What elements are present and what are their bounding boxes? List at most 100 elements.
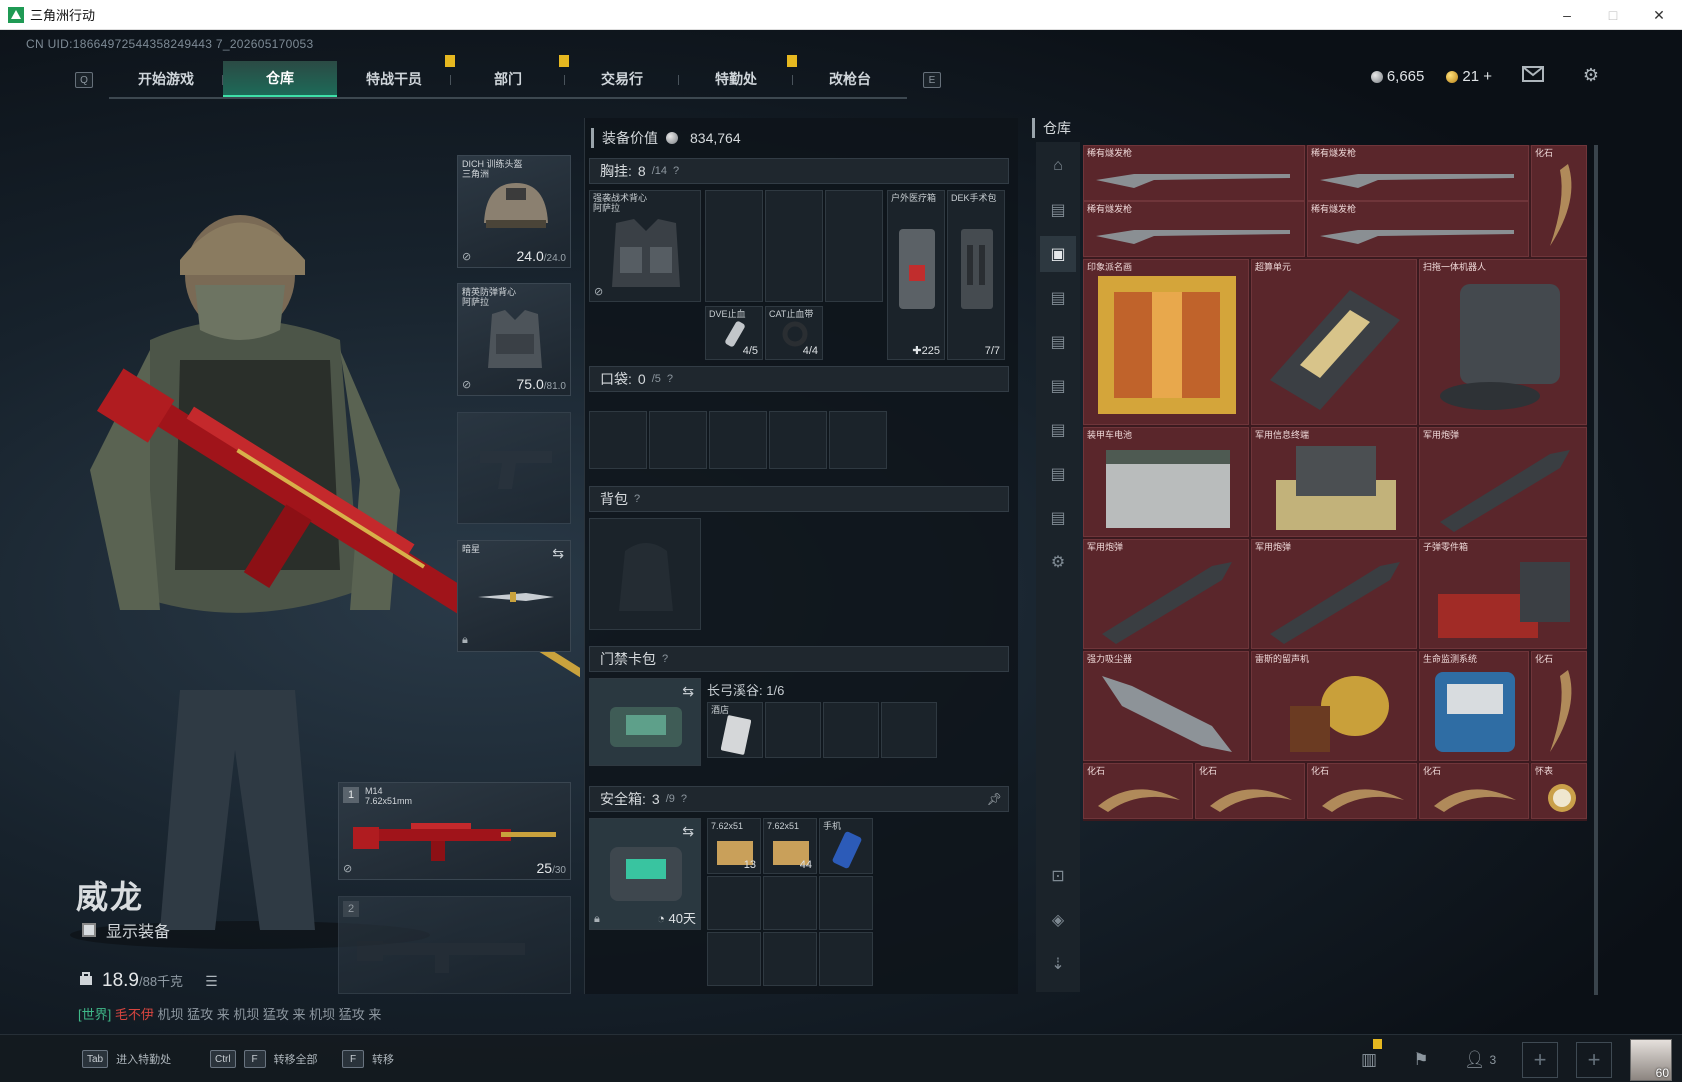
tourniquet-item[interactable]: CAT止血带 4/4 bbox=[765, 306, 823, 360]
tab-market[interactable]: 交易行 bbox=[565, 61, 679, 97]
pocket-slot[interactable] bbox=[769, 411, 827, 469]
close-button[interactable]: ✕ bbox=[1636, 0, 1682, 30]
tab-operators[interactable]: 特战干员 bbox=[337, 55, 455, 97]
warehouse-item-painting[interactable]: 印象派名画 bbox=[1083, 259, 1249, 425]
side-tab-all[interactable]: ⌂ bbox=[1040, 148, 1076, 184]
side-tab-7[interactable]: ▤ bbox=[1040, 456, 1076, 492]
nav-next-key[interactable]: E bbox=[923, 72, 941, 88]
safe-item-phone[interactable]: 手机 bbox=[819, 818, 873, 874]
side-tab-1[interactable]: ▤ bbox=[1040, 192, 1076, 228]
side-tab-settings[interactable]: ⚙ bbox=[1040, 544, 1076, 580]
invite-slot-button[interactable]: + bbox=[1576, 1042, 1612, 1078]
tab-special-ops[interactable]: 特勤处 bbox=[679, 55, 797, 97]
warehouse-item-terminal[interactable]: 军用信息终端 bbox=[1251, 427, 1417, 537]
melee-slot[interactable]: 暗星 ⇆ 🔒︎ bbox=[457, 540, 571, 652]
tab-department[interactable]: 部门 bbox=[451, 55, 569, 97]
warehouse-item-flintlock[interactable]: 稀有燧发枪 bbox=[1083, 201, 1305, 257]
warehouse-item-vacuum[interactable]: 强力吸尘器 bbox=[1083, 651, 1249, 761]
hint-transfer[interactable]: F 转移 bbox=[342, 1045, 394, 1073]
side-tab-2[interactable]: ▣ bbox=[1040, 236, 1076, 272]
warehouse-item-flintlock[interactable]: 稀有燧发枪 bbox=[1083, 145, 1305, 201]
side-tab-6[interactable]: ▤ bbox=[1040, 412, 1076, 448]
pocket-slot[interactable] bbox=[709, 411, 767, 469]
safe-slot[interactable] bbox=[763, 876, 817, 930]
side-tab-3[interactable]: ▤ bbox=[1040, 280, 1076, 316]
warehouse-item-life-system[interactable]: 生命监测系统 bbox=[1419, 651, 1529, 761]
safe-item-ammo[interactable]: 7.62x51 13 bbox=[707, 818, 761, 874]
medkit-item[interactable]: 户外医疗箱 ✚225 bbox=[887, 190, 945, 360]
armor-slot[interactable]: 精英防弹背心 阿萨拉 ⊘ 75.0/81.0 bbox=[457, 283, 571, 396]
help-icon[interactable]: ? bbox=[673, 165, 679, 177]
warehouse-item-watch[interactable]: 怀表 bbox=[1531, 763, 1587, 819]
keycard-case[interactable]: ⇆ bbox=[589, 678, 701, 766]
warehouse-item-flintlock[interactable]: 稀有燧发枪 bbox=[1307, 201, 1529, 257]
squad-icon[interactable]: 👤︎ 3 bbox=[1456, 1043, 1504, 1077]
pin-icon[interactable]: 📌︎ bbox=[987, 792, 1002, 806]
warehouse-item-shell[interactable]: 军用炮弹 bbox=[1251, 539, 1417, 649]
warehouse-item-fossil[interactable]: 化石 bbox=[1195, 763, 1305, 819]
minimize-button[interactable]: – bbox=[1544, 0, 1590, 30]
warehouse-item-supercomputer[interactable]: 超算单元 bbox=[1251, 259, 1417, 425]
secondary-weapon-slot[interactable]: 2 bbox=[338, 896, 571, 994]
pocket-slot[interactable] bbox=[649, 411, 707, 469]
primary-weapon-slot[interactable]: M14 7.62x51mm 1 ⊘ 25/30 bbox=[338, 782, 571, 880]
rig-item[interactable]: 强袭战术背心 阿萨拉 ⊘ bbox=[589, 190, 701, 302]
help-icon[interactable]: ? bbox=[667, 373, 673, 385]
side-tab-archive[interactable]: ⊡ bbox=[1040, 858, 1076, 894]
tab-start-game[interactable]: 开始游戏 bbox=[109, 61, 223, 97]
helmet-slot[interactable]: DICH 训练头盔 三角洲 ⊘ 24.0/24.0 bbox=[457, 155, 571, 268]
sort-icon[interactable]: ⇣ bbox=[1040, 946, 1076, 982]
surgery-kit-item[interactable]: DEK手术包 7/7 bbox=[947, 190, 1005, 360]
warehouse-item-robot[interactable]: 扫拖一体机器人 bbox=[1419, 259, 1587, 425]
swap-icon[interactable]: ⇆ bbox=[682, 683, 694, 700]
safe-slot[interactable] bbox=[819, 932, 873, 986]
warehouse-item-ammo-parts[interactable]: 子弹零件箱 bbox=[1419, 539, 1587, 649]
backpack-slot[interactable] bbox=[589, 518, 701, 630]
avatar[interactable]: 60 bbox=[1630, 1039, 1672, 1081]
pocket-slot[interactable] bbox=[829, 411, 887, 469]
hint-enter-special-ops[interactable]: Tab 进入特勤处 bbox=[82, 1045, 171, 1073]
safe-slot[interactable] bbox=[707, 932, 761, 986]
warehouse-item-gramophone[interactable]: 雷斯的留声机 bbox=[1251, 651, 1417, 761]
side-tab-4[interactable]: ▤ bbox=[1040, 324, 1076, 360]
layers-icon[interactable]: ◈ bbox=[1040, 902, 1076, 938]
warehouse-item-shell[interactable]: 军用炮弹 bbox=[1419, 427, 1587, 537]
warehouse-item-fossil[interactable]: 化石 bbox=[1531, 651, 1587, 761]
safe-slot[interactable] bbox=[819, 876, 873, 930]
chat-message[interactable]: [世界] 毛不伊 机坝 猛攻 来 机坝 猛攻 来 机坝 猛攻 来 bbox=[78, 1004, 381, 1023]
maximize-button[interactable]: □ bbox=[1590, 0, 1636, 30]
keycard-slot[interactable] bbox=[765, 702, 821, 758]
pocket-slot[interactable] bbox=[589, 411, 647, 469]
mail-icon[interactable] bbox=[1522, 66, 1544, 84]
gear-icon[interactable]: ⚙ bbox=[1580, 66, 1602, 84]
side-tab-5[interactable]: ▤ bbox=[1040, 368, 1076, 404]
safe-slot[interactable] bbox=[707, 876, 761, 930]
nav-prev-key[interactable]: Q bbox=[75, 72, 93, 88]
rig-grid-cell[interactable] bbox=[765, 190, 823, 302]
hint-transfer-all[interactable]: Ctrl F 转移全部 bbox=[210, 1045, 318, 1073]
show-equipment-checkbox[interactable] bbox=[82, 923, 96, 937]
help-icon[interactable]: ? bbox=[681, 793, 687, 805]
stats-icon[interactable]: ▥ bbox=[1352, 1039, 1386, 1077]
pistol-slot[interactable] bbox=[457, 412, 571, 524]
show-equipment-toggle[interactable]: 显示装备 bbox=[82, 918, 170, 942]
tab-warehouse[interactable]: 仓库 bbox=[223, 61, 337, 97]
help-icon[interactable]: ? bbox=[662, 653, 668, 665]
warehouse-scrollbar[interactable] bbox=[1594, 145, 1598, 995]
invite-slot-button[interactable]: + bbox=[1522, 1042, 1558, 1078]
help-icon[interactable]: ? bbox=[634, 493, 640, 505]
warehouse-item-fossil[interactable]: 化石 bbox=[1307, 763, 1417, 819]
swap-icon[interactable]: ⇆ bbox=[552, 545, 564, 562]
keycard-item[interactable]: 酒店 bbox=[707, 702, 763, 758]
rig-grid-cell[interactable] bbox=[825, 190, 883, 302]
add-currency-button[interactable]: + bbox=[1483, 68, 1492, 85]
warehouse-item-battery[interactable]: 装甲车电池 bbox=[1083, 427, 1249, 537]
warehouse-item-fossil[interactable]: 化石 bbox=[1531, 145, 1587, 257]
side-tab-8[interactable]: ▤ bbox=[1040, 500, 1076, 536]
rig-grid-cell[interactable] bbox=[705, 190, 763, 302]
warehouse-item-fossil[interactable]: 化石 bbox=[1419, 763, 1529, 819]
list-icon[interactable]: ☰ bbox=[205, 973, 218, 990]
keycard-slot[interactable] bbox=[881, 702, 937, 758]
warehouse-item-flintlock[interactable]: 稀有燧发枪 bbox=[1307, 145, 1529, 201]
warehouse-item-shell[interactable]: 军用炮弹 bbox=[1083, 539, 1249, 649]
